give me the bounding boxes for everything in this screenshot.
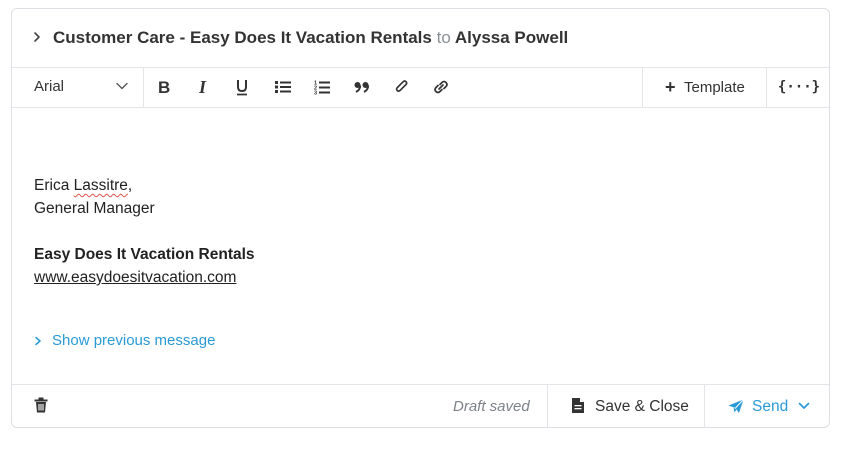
blockquote-button[interactable] [344, 67, 380, 107]
composer-title: Customer Care - Easy Does It Vacation Re… [53, 28, 568, 48]
underline-icon [237, 80, 247, 96]
send-label: Send [752, 398, 789, 415]
save-and-close-label: Save & Close [595, 398, 689, 415]
show-previous-message-toggle[interactable]: Show previous message [34, 332, 215, 349]
signature-job-title: General Manager [34, 200, 155, 217]
insert-variable-button[interactable]: {···} [767, 67, 829, 107]
composer-footer: Draft saved Save & Close Send [12, 384, 829, 427]
signature-company: Easy Does It Vacation Rentals [34, 246, 255, 263]
signature-name-line: Erica Lassitre, [34, 177, 132, 195]
italic-icon: I [198, 79, 207, 95]
chevron-right-icon[interactable] [32, 31, 42, 43]
font-family-select[interactable]: Arial [12, 67, 144, 107]
bold-icon: B [158, 79, 170, 95]
plus-icon: + [665, 77, 676, 97]
paper-plane-icon [728, 399, 744, 413]
attachment-button[interactable] [384, 67, 420, 107]
signature-website-link[interactable]: www.easydoesitvacation.com [34, 269, 236, 287]
send-button[interactable]: Send [705, 385, 829, 427]
insert-template-button[interactable]: + Template [642, 67, 767, 107]
paperclip-icon [395, 80, 408, 92]
bold-button[interactable]: B [146, 67, 182, 107]
insert-link-button[interactable] [423, 67, 459, 107]
signature-last-name: Lassitre [73, 177, 128, 194]
numbered-list-button[interactable]: 1 2 3 [304, 67, 340, 107]
signature-first-name: Erica [34, 177, 70, 194]
svg-text:3: 3 [314, 90, 317, 95]
font-family-value: Arial [34, 78, 65, 95]
email-subject: Customer Care - Easy Does It Vacation Re… [53, 28, 432, 47]
link-icon [434, 80, 448, 94]
quote-icon [354, 82, 370, 93]
italic-button[interactable]: I [185, 67, 221, 107]
show-previous-label: Show previous message [52, 332, 216, 349]
chevron-right-icon [35, 336, 41, 345]
message-body-editor[interactable]: Erica Lassitre, General Manager Easy Doe… [12, 107, 829, 384]
to-label: to [436, 28, 451, 47]
trash-icon[interactable] [34, 397, 48, 413]
email-composer: Customer Care - Easy Does It Vacation Re… [11, 8, 830, 428]
chevron-down-icon[interactable] [798, 402, 810, 410]
underline-button[interactable] [224, 67, 260, 107]
svg-text:B: B [158, 79, 170, 95]
document-icon [572, 398, 584, 413]
numbered-list-icon: 1 2 3 [314, 80, 330, 95]
svg-text:I: I [198, 79, 207, 95]
template-label: Template [684, 79, 745, 96]
chevron-down-icon [116, 82, 128, 90]
formatting-toolbar: Arial B I 1 2 3 + Template {···} [12, 67, 829, 108]
signature-comma: , [127, 177, 133, 194]
draft-status: Draft saved [453, 398, 530, 415]
curly-braces-icon: {···} [777, 79, 821, 95]
composer-header[interactable]: Customer Care - Easy Does It Vacation Re… [12, 9, 829, 68]
bulleted-list-icon [275, 81, 291, 93]
recipient-name: Alyssa Powell [454, 28, 569, 47]
save-and-close-button[interactable]: Save & Close [547, 385, 705, 427]
bulleted-list-button[interactable] [265, 67, 301, 107]
